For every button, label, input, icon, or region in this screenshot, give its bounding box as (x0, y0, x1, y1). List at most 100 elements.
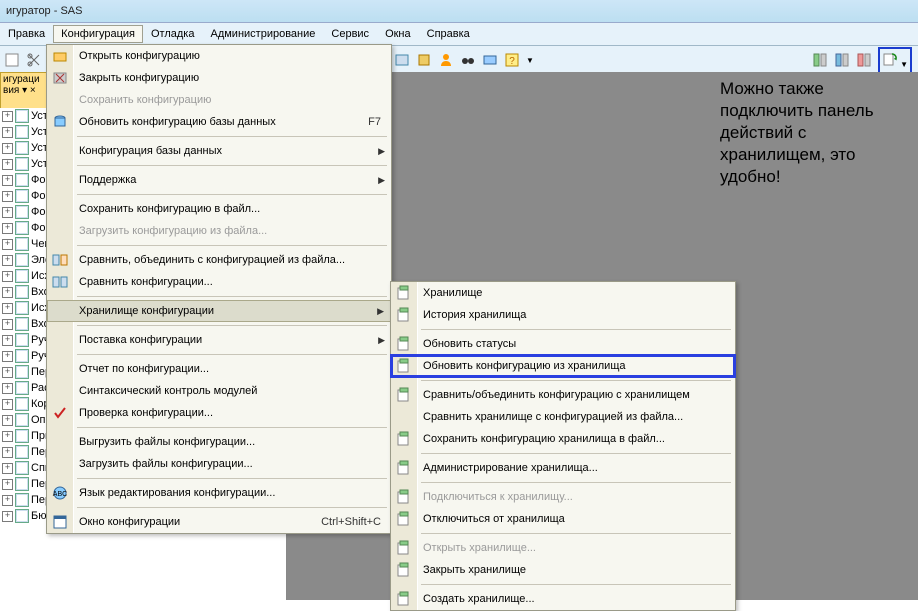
expand-icon[interactable]: + (2, 271, 13, 282)
expand-icon[interactable]: + (2, 447, 13, 458)
shortcut-label: F7 (368, 116, 381, 128)
expand-icon[interactable]: + (2, 207, 13, 218)
expand-icon[interactable]: + (2, 255, 13, 266)
expand-icon[interactable]: + (2, 351, 13, 362)
menu-item[interactable]: Обновить статусы (391, 333, 735, 355)
menu-item[interactable]: Сравнить, объединить с конфигурацией из … (47, 249, 391, 271)
menu-item[interactable]: Обновить конфигурацию базы данныхF7 (47, 111, 391, 133)
menu-item[interactable]: История хранилища (391, 304, 735, 326)
menu-item[interactable]: Хранилище конфигурации▶ (47, 300, 391, 322)
menu-item[interactable]: Закрыть хранилище (391, 559, 735, 581)
menu-item[interactable]: ABCЯзык редактирования конфигурации... (47, 482, 391, 504)
submenu-arrow-icon: ▶ (378, 146, 385, 157)
doc-icon (15, 173, 29, 187)
config-panel-header[interactable]: игураци вия ▾ × (0, 72, 52, 110)
menu-справка[interactable]: Справка (419, 25, 478, 43)
expand-icon[interactable]: + (2, 479, 13, 490)
expand-icon[interactable]: + (2, 111, 13, 122)
doc-icon (15, 141, 29, 155)
dropdown-arrow-icon[interactable]: ▼ (526, 56, 534, 65)
doc-icon (15, 365, 29, 379)
scissors-icon[interactable] (26, 52, 42, 68)
menu-item[interactable]: Обновить конфигурацию из хранилища (391, 355, 735, 377)
menu-конфигурация[interactable]: Конфигурация (53, 25, 143, 43)
menu-item-label: Сохранить конфигурацию (79, 94, 211, 106)
menu-item[interactable]: Конфигурация базы данных▶ (47, 140, 391, 162)
expand-icon[interactable]: + (2, 239, 13, 250)
menu-item[interactable]: Создать хранилище... (391, 588, 735, 610)
tool-icon[interactable] (416, 52, 432, 68)
menu-item-label: Хранилище конфигурации (79, 305, 214, 317)
menu-item[interactable]: Сохранить конфигурацию в файл... (47, 198, 391, 220)
expand-icon[interactable]: + (2, 143, 13, 154)
menu-item[interactable]: Поставка конфигурации▶ (47, 329, 391, 351)
highlighted-toolbar-button[interactable]: ▼ (878, 47, 912, 74)
doc-icon (15, 189, 29, 203)
doc-icon (15, 493, 29, 507)
expand-icon[interactable]: + (2, 191, 13, 202)
expand-icon[interactable]: + (2, 287, 13, 298)
menu-сервис[interactable]: Сервис (323, 25, 377, 43)
menu-администрирование[interactable]: Администрирование (202, 25, 323, 43)
expand-icon[interactable]: + (2, 159, 13, 170)
menu-item[interactable]: Сравнить хранилище с конфигурацией из фа… (391, 406, 735, 428)
menu-item-label: История хранилища (423, 309, 526, 321)
menu-item-label: Сохранить конфигурацию хранилища в файл.… (423, 433, 665, 445)
menu-item[interactable]: Сохранить конфигурацию хранилища в файл.… (391, 428, 735, 450)
panel-icon[interactable] (812, 52, 828, 68)
menu-item-label: Отчет по конфигурации... (79, 363, 209, 375)
expand-icon[interactable]: + (2, 303, 13, 314)
menu-item[interactable]: Окно конфигурацииCtrl+Shift+C (47, 511, 391, 533)
menu-правка[interactable]: Правка (0, 25, 53, 43)
menu-item[interactable]: Закрыть конфигурацию (47, 67, 391, 89)
chk-icon (52, 405, 68, 421)
expand-icon[interactable]: + (2, 223, 13, 234)
expand-icon[interactable]: + (2, 463, 13, 474)
annotation-text: Можно также подключить панель действий с… (720, 78, 910, 188)
menu-bar: ПравкаКонфигурацияОтладкаАдминистрирован… (0, 23, 918, 46)
expand-icon[interactable]: + (2, 415, 13, 426)
menu-item[interactable]: Выгрузить файлы конфигурации... (47, 431, 391, 453)
expand-icon[interactable]: + (2, 335, 13, 346)
expand-icon[interactable]: + (2, 127, 13, 138)
expand-icon[interactable]: + (2, 175, 13, 186)
g4-icon (396, 358, 412, 374)
panel-icon[interactable] (856, 52, 872, 68)
binoculars-icon[interactable] (460, 52, 476, 68)
panel-icon[interactable] (834, 52, 850, 68)
tool-icon[interactable] (482, 52, 498, 68)
menu-item[interactable]: Сравнить конфигурации... (47, 271, 391, 293)
menu-отладка[interactable]: Отладка (143, 25, 202, 43)
menu-item: Сохранить конфигурацию (47, 89, 391, 111)
expand-icon[interactable]: + (2, 367, 13, 378)
expand-icon[interactable]: + (2, 495, 13, 506)
doc-icon (15, 125, 29, 139)
doc-icon (15, 253, 29, 267)
menu-item-label: Закрыть конфигурацию (79, 72, 199, 84)
person-icon[interactable] (438, 52, 454, 68)
dropdown-arrow-icon: ▼ (900, 60, 908, 69)
menu-item[interactable]: Проверка конфигурации... (47, 402, 391, 424)
menu-item[interactable]: Отчет по конфигурации... (47, 358, 391, 380)
lang-icon: ABC (52, 485, 68, 501)
menu-item[interactable]: Отключиться от хранилища (391, 508, 735, 530)
menu-item[interactable]: Поддержка▶ (47, 169, 391, 191)
expand-icon[interactable]: + (2, 399, 13, 410)
menu-item[interactable]: Загрузить файлы конфигурации... (47, 453, 391, 475)
expand-icon[interactable]: + (2, 511, 13, 522)
tool-icon[interactable] (394, 52, 410, 68)
menu-item[interactable]: Сравнить/объединить конфигурацию с храни… (391, 384, 735, 406)
toolbar-icon[interactable] (4, 52, 20, 68)
menu-item: Загрузить конфигурацию из файла... (47, 220, 391, 242)
expand-icon[interactable]: + (2, 431, 13, 442)
help-icon[interactable]: ? (504, 52, 520, 68)
g5-icon (396, 387, 412, 403)
g3-icon (396, 336, 412, 352)
menu-item[interactable]: Открыть конфигурацию (47, 45, 391, 67)
expand-icon[interactable]: + (2, 383, 13, 394)
menu-item[interactable]: Хранилище (391, 282, 735, 304)
expand-icon[interactable]: + (2, 319, 13, 330)
menu-окна[interactable]: Окна (377, 25, 419, 43)
menu-item[interactable]: Администрирование хранилища... (391, 457, 735, 479)
menu-item[interactable]: Синтаксический контроль модулей (47, 380, 391, 402)
